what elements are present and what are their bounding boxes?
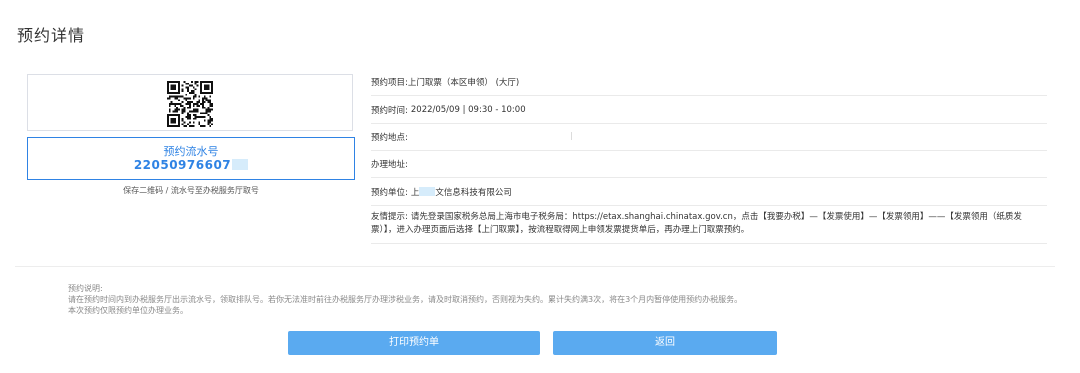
print-button[interactable]: 打印预约单 [288, 331, 540, 355]
redaction-remnant [571, 132, 572, 140]
time-label: 预约时间: [371, 105, 408, 116]
page-title: 预约详情 [17, 26, 86, 45]
detail-row-location: 预约地点: [371, 124, 1047, 151]
unit-label: 预约单位: [371, 187, 408, 198]
serial-number-value: 22050976607 [28, 158, 354, 172]
detail-row-tip: 友情提示: 请先登录国家税务总局上海市电子税务局：https://etax.sha… [371, 206, 1047, 244]
serial-number-card: 预约流水号 22050976607 [27, 137, 355, 180]
qr-code-card [27, 74, 353, 131]
redaction-mask [419, 186, 436, 196]
detail-row-address: 办理地址: [371, 151, 1047, 178]
back-button[interactable]: 返回 [553, 331, 777, 355]
section-divider [15, 266, 1055, 267]
project-label: 预约项目: [371, 77, 408, 88]
notes-line-2: 本次预约仅限预约单位办理业务。 [68, 306, 188, 315]
tip-text: 友情提示: 请先登录国家税务总局上海市电子税务局：https://etax.sha… [371, 212, 1022, 235]
detail-row-unit: 预约单位: 上文信息科技有限公司 [371, 178, 1047, 206]
project-value: 上门取票（本区申领） (大厅) [407, 77, 520, 88]
location-label: 预约地点: [371, 133, 408, 143]
address-label: 办理地址: [371, 160, 408, 170]
appointment-details: 预约项目: 上门取票（本区申领） (大厅) 预约时间: 2022/05/09 |… [371, 68, 1047, 244]
detail-row-project: 预约项目: 上门取票（本区申领） (大厅) [371, 68, 1047, 96]
unit-value: 上文信息科技有限公司 [410, 186, 512, 198]
qr-code-icon [167, 81, 213, 127]
notes-title: 预约说明: [68, 284, 103, 293]
notes-line-1: 请在预约时间内到办税服务厅出示流水号，领取排队号。若你无法准时前往办税服务厅办理… [68, 295, 743, 304]
serial-number-label: 预约流水号 [163, 145, 219, 158]
redaction-mask [232, 159, 249, 170]
save-tip: 保存二维码 / 流水号至办税服务厅取号 [123, 186, 259, 195]
appointment-notes: 预约说明: 请在预约时间内到办税服务厅出示流水号，领取排队号。若你无法准时前往办… [68, 283, 742, 316]
time-value: 2022/05/09 | 09:30 - 10:00 [410, 104, 526, 115]
detail-row-time: 预约时间: 2022/05/09 | 09:30 - 10:00 [371, 96, 1047, 124]
